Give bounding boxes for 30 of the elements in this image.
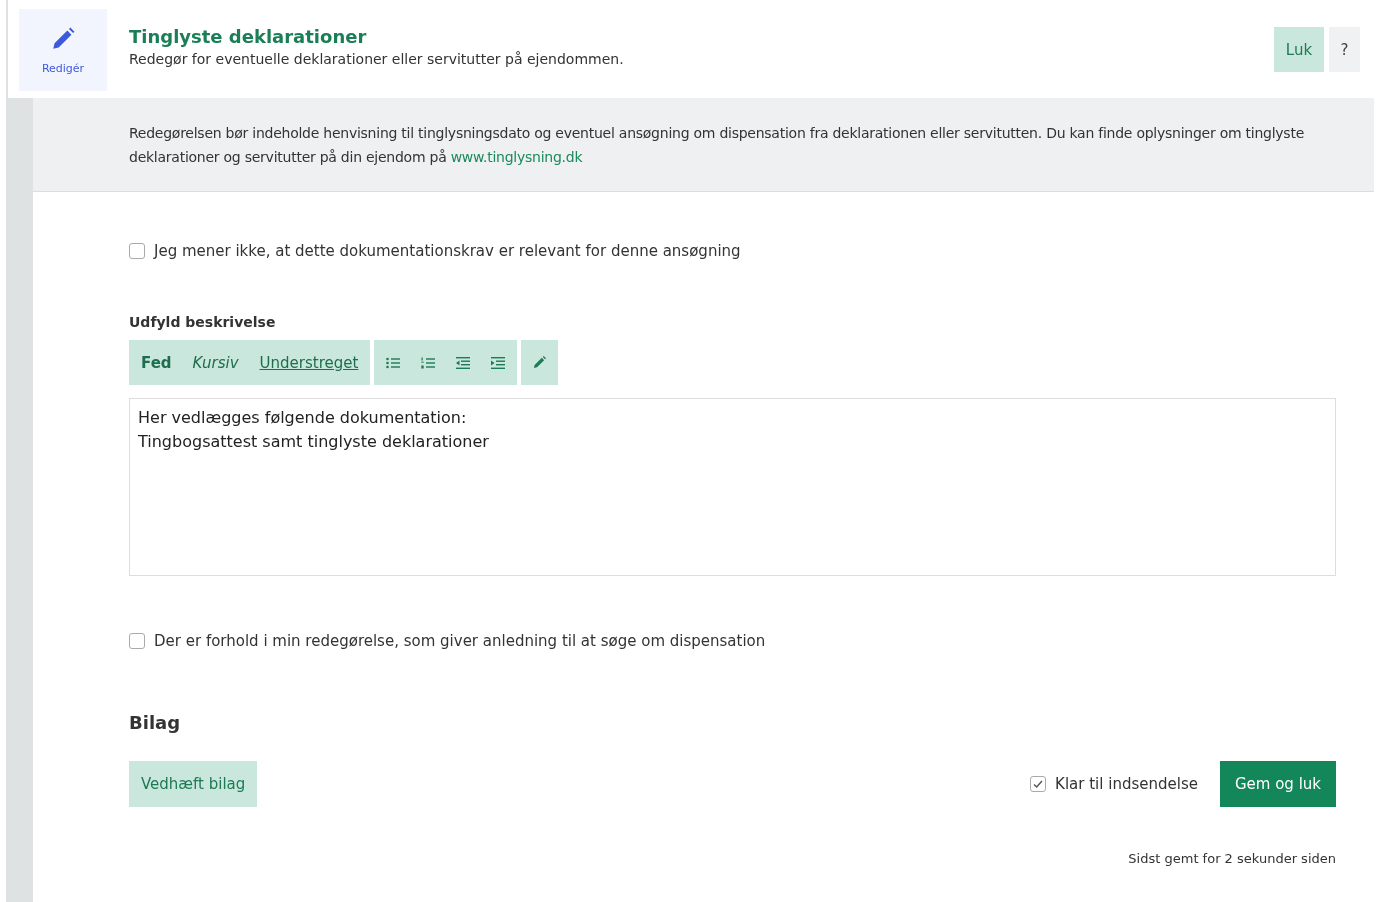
edit-button[interactable]: Redigér xyxy=(19,9,107,91)
indent-icon[interactable] xyxy=(491,356,506,369)
checkbox[interactable] xyxy=(129,243,145,259)
description-editor[interactable]: Her vedlægges følgende dokumentation: Tingbogsattest samt tinglyste deklarationer xyxy=(129,398,1336,576)
save-status: Sidst gemt for 2 sekunder siden xyxy=(1127,851,1336,866)
attachments-heading: Bilag xyxy=(129,712,182,733)
attach-button[interactable]: Vedhæft bilag xyxy=(129,761,258,807)
section-subtitle: Redegør for eventuelle deklarationer eller servitutter på ejendommen. xyxy=(129,51,625,67)
bold-button[interactable]: Fed xyxy=(141,353,172,372)
save-button[interactable]: Gem og luk xyxy=(1219,761,1336,807)
underline-button[interactable]: Understreget xyxy=(259,353,359,372)
checkbox-label: Der er forhold i min redegørelse, som giver anledning til at søge om dispensation xyxy=(154,632,766,650)
checkbox-label: Jeg mener ikke, at dette dokumentationskrav er relevant for denne ansøgning xyxy=(154,242,741,260)
checkbox[interactable] xyxy=(129,633,145,649)
pencil-icon[interactable] xyxy=(533,356,547,369)
italic-button[interactable]: Kursiv xyxy=(192,353,239,372)
numbered-list-icon[interactable] xyxy=(421,356,436,369)
help-button[interactable]: ? xyxy=(1329,27,1360,72)
section-title: Tinglyste deklarationer xyxy=(129,26,368,47)
close-button[interactable]: Luk xyxy=(1274,27,1324,72)
bullet-list-icon[interactable] xyxy=(386,356,401,369)
checkbox[interactable] xyxy=(1030,776,1047,792)
field-label: Udfyld beskrivelse xyxy=(129,314,277,330)
editor-text-line: Tingbogsattest samt tinglyste deklarationer xyxy=(138,431,490,453)
outdent-icon[interactable] xyxy=(456,356,471,369)
info-text: Redegørelsen bør indeholde henvisning til tinglysningsdato og eventuel ansøgning om dispensation fra deklarationen eller servitutten. Du kan finde oplysninger om tinglyste deklarationer og servitutter på din ejendom på www.tinglysning.dk xyxy=(129,124,1305,167)
tinglysning-link[interactable]: www.tinglysning.dk xyxy=(450,149,583,165)
pencil-icon xyxy=(50,25,76,52)
editor-text-line: Her vedlægges følgende dokumentation: xyxy=(138,407,468,429)
checkbox-label: Klar til indsendelse xyxy=(1055,775,1198,793)
